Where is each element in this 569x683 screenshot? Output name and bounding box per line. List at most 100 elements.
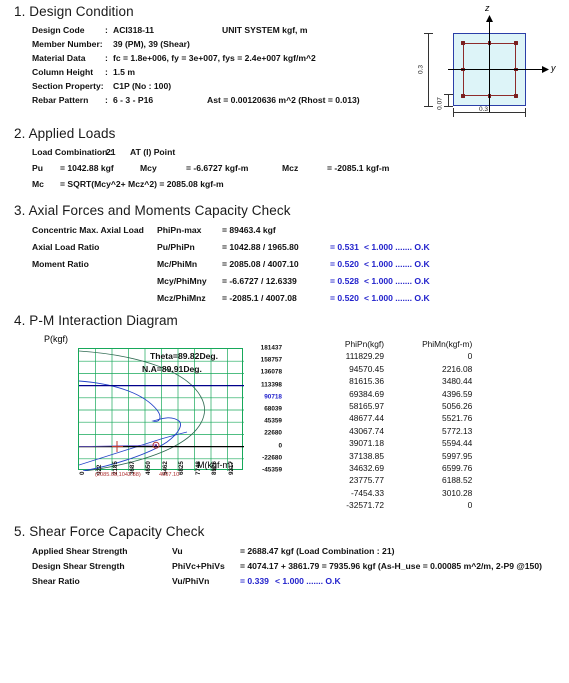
axial-row-ratio: = 0.531 — [330, 242, 359, 252]
rebar-pattern-value: 6 - 3 - P16 — [113, 95, 154, 105]
shear-row-label: Design Shear Strength — [32, 561, 125, 571]
axial-row-symbol: Pu/PhiPn — [157, 242, 195, 252]
chart-xtick: 4650 — [145, 461, 152, 475]
rebar-pattern-sep: : — [105, 95, 108, 105]
shear-row-ratio: = 0.339 — [240, 576, 269, 586]
cell-phimn: 6188.52 — [442, 475, 473, 486]
mc-value: = SQRT(Mcy^2+ Mcz^2) = 2085.08 kgf-m — [60, 179, 224, 189]
axis-y-label: y — [551, 63, 556, 73]
axial-row-symbol: Mcz/PhiMnz — [157, 293, 206, 303]
chart-ytick: 113398 — [261, 381, 282, 389]
axis-z-arrow-icon — [486, 15, 493, 22]
axial-row-expr: = 2085.08 / 4007.10 — [222, 259, 299, 269]
member-number-label: Member Number: — [32, 39, 103, 49]
chart-theta-annotation: Theta=89.82Deg. — [150, 351, 219, 361]
report-page: 1. Design Condition Design Code : ACI318… — [0, 0, 569, 683]
cell-phipn: 69384.69 — [349, 388, 384, 399]
axial-row-ratio: = 0.520 — [330, 293, 359, 303]
axial-row-ratio: = 0.528 — [330, 276, 359, 286]
axial-row-verdict: < 1.000 ....... O.K — [364, 259, 430, 269]
mcy-label: Mcy — [140, 163, 157, 173]
axial-row-symbol: PhiPn-max — [157, 225, 202, 235]
cell-phimn: 5772.13 — [442, 425, 473, 436]
axial-row-symbol: Mcy/PhiMny — [157, 276, 207, 286]
shear-row-value: = 4074.17 + 3861.79 = 7935.96 kgf (As-H_… — [240, 561, 542, 571]
section-2-title: 2. Applied Loads — [14, 126, 116, 141]
chart-xlabel: M(kgf-m) — [197, 460, 233, 470]
axial-row-label: Moment Ratio — [32, 259, 89, 269]
dim-height-line — [428, 33, 429, 106]
axis-y-arrow-icon — [542, 66, 549, 73]
shear-row-symbol: PhiVc+PhiVs — [172, 561, 225, 571]
table-header-phimn: PhiMn(kgf-m) — [422, 339, 473, 349]
shear-row-symbol: Vu/PhiVn — [172, 576, 210, 586]
ast-value: Ast = 0.00120636 m^2 (Rhost = 0.013) — [207, 95, 360, 105]
axis-z-line — [489, 18, 490, 113]
chart-na-annotation: N.A=89.91Deg. — [142, 364, 202, 374]
cell-phipn: 111829.29 — [345, 351, 384, 362]
table-row: 69384.69 4396.59 — [300, 388, 475, 400]
design-code-sep: : — [105, 25, 108, 35]
shear-row-label: Applied Shear Strength — [32, 546, 128, 556]
dim-width-tick-right — [525, 108, 526, 117]
table-header-row: PhiPn(kgf) PhiMn(kgf-m) — [300, 338, 475, 350]
column-height-sep: : — [105, 67, 108, 77]
column-height-label: Column Height — [32, 67, 94, 77]
chart-ytick: 45359 — [264, 417, 282, 425]
section-property-label: Section Property: — [32, 81, 104, 91]
axial-row-label: Axial Load Ratio — [32, 242, 100, 252]
cell-phimn: 3480.44 — [442, 376, 473, 387]
rebar-pattern-label: Rebar Pattern — [32, 95, 89, 105]
table-row: 23775.77 6188.52 — [300, 474, 475, 486]
capacity-table: PhiPn(kgf) PhiMn(kgf-m) 111829.29 0 9457… — [300, 338, 475, 511]
load-combination-label: Load Combination : — [32, 147, 113, 157]
design-code-label: Design Code — [32, 25, 85, 35]
mc-label: Mc — [32, 179, 44, 189]
cell-phimn: 5056.26 — [442, 400, 473, 411]
dim-cover-text: 0.07 — [436, 97, 444, 110]
cell-phipn: 39071.18 — [349, 438, 384, 449]
chart-ytick: 22680 — [264, 429, 282, 437]
shear-row-label: Shear Ratio — [32, 576, 80, 586]
chart-ytick: 181437 — [260, 344, 282, 352]
chart-ytick: 68039 — [264, 405, 282, 413]
cell-phimn: 4396.59 — [442, 388, 473, 399]
axial-row-label: Concentric Max. Axial Load — [32, 225, 144, 235]
axial-row-expr: = -6.6727 / 12.6339 — [222, 276, 297, 286]
material-data-value: fc = 1.8e+006, fy = 3e+007, fys = 2.4e+0… — [113, 53, 316, 63]
table-row: 48677.44 5521.76 — [300, 412, 475, 424]
cell-phipn: -7454.33 — [350, 487, 384, 498]
axial-row-expr: = 89463.4 kgf — [222, 225, 276, 235]
axial-row-expr: = 1042.88 / 1965.80 — [222, 242, 299, 252]
cell-phipn: 23775.77 — [349, 475, 384, 486]
rebar-dot — [514, 94, 518, 98]
dim-height-tick-top — [424, 33, 433, 34]
dim-height-text: 0.3 — [417, 64, 425, 75]
table-row: 94570.45 2216.08 — [300, 363, 475, 375]
unit-system: UNIT SYSTEM kgf, m — [222, 25, 308, 35]
table-row: 39071.18 5594.44 — [300, 437, 475, 449]
cell-phimn: 2216.08 — [442, 363, 473, 374]
cell-phimn: 0 — [467, 500, 473, 511]
cell-phipn: 81615.36 — [349, 376, 384, 387]
cell-phipn: 58165.97 — [349, 400, 384, 411]
axial-row-ratio: = 0.520 — [330, 259, 359, 269]
cell-phipn: 48677.44 — [349, 413, 384, 424]
chart-capacity-point-label: 4007.10 — [159, 472, 180, 478]
load-combination-value: 21 — [106, 147, 116, 157]
mcz-label: Mcz — [282, 163, 299, 173]
section-property-value: C1P (No : 100) — [113, 81, 172, 91]
mcy-value: = -6.6727 kgf-m — [186, 163, 249, 173]
chart-demand-point-label: (2085.08,1042.88) — [95, 472, 141, 478]
shear-row-verdict: < 1.000 ....... O.K — [275, 576, 341, 586]
chart-ylabel: P(kgf) — [44, 334, 69, 344]
mcz-value: = -2085.1 kgf-m — [327, 163, 390, 173]
column-height-value: 1.5 m — [113, 67, 135, 77]
dim-width-line — [453, 112, 526, 113]
cell-phimn: 5997.95 — [442, 450, 473, 461]
table-row: 43067.74 5772.13 — [300, 425, 475, 437]
table-row: 58165.97 5056.26 — [300, 400, 475, 412]
cell-phipn: 34632.69 — [349, 462, 384, 473]
section-3-title: 3. Axial Forces and Moments Capacity Che… — [14, 203, 291, 218]
cell-phimn: 5521.76 — [442, 413, 473, 424]
